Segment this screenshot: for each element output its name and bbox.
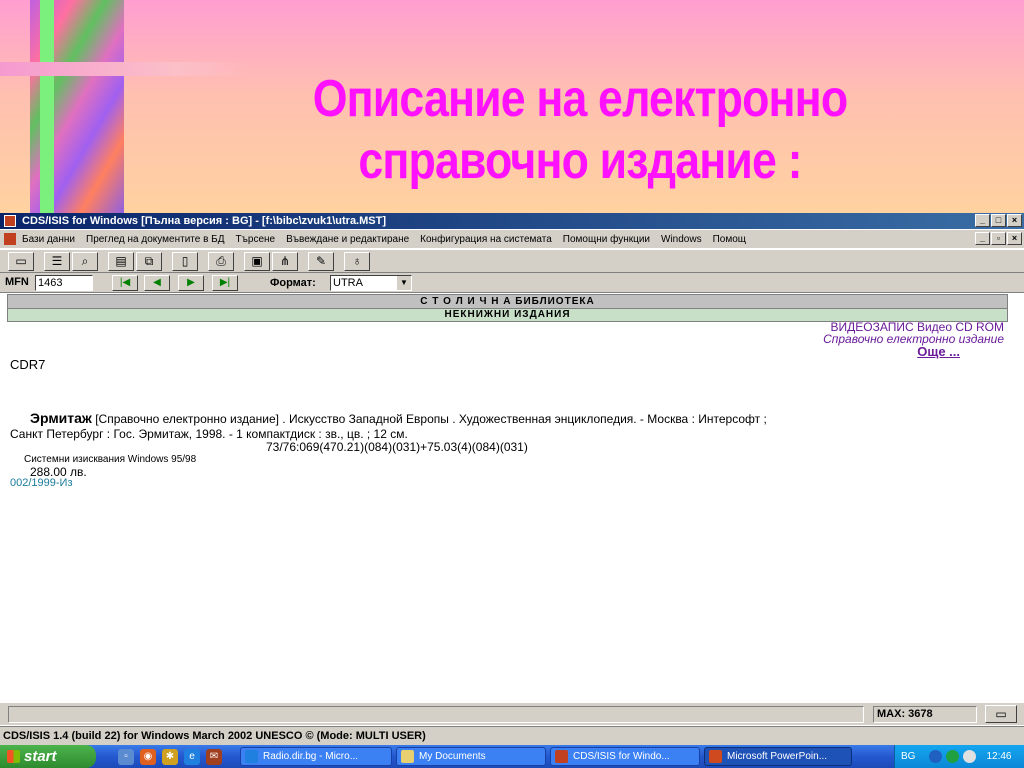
open-folder-icon[interactable]: ▭ [8,252,34,271]
format-value: UTRA [333,277,363,289]
slide-decoration-vertical-bar [40,0,54,213]
slide-title-line2: справочно издание : [358,132,802,190]
mfn-input[interactable]: 1463 [35,275,93,291]
close-button[interactable]: × [1007,214,1022,227]
task-label: Radio.dir.bg - Micro... [263,751,359,762]
messenger-icon[interactable]: ✱ [162,748,178,765]
mfn-label: MFN [5,276,29,288]
antivirus-icon[interactable] [946,750,960,763]
search-db-icon[interactable]: ⌕ [72,252,98,271]
record-main-title: Эрмитаж [30,410,92,426]
more-link[interactable]: Още ... [917,344,960,359]
app-icon [555,750,568,763]
list-icon[interactable]: ☰ [44,252,70,271]
folder-icon [401,750,414,763]
media-icon[interactable]: ◉ [140,748,156,765]
volume-icon[interactable] [963,750,977,763]
windows-logo-icon [7,750,20,763]
status-message-box [8,706,864,723]
clipboard-icon[interactable]: ▤ [108,252,134,271]
internet-explorer-icon[interactable]: e [184,748,200,765]
record-title-line: Эрмитаж [Справочно електронно издание] .… [30,410,767,426]
task-my-documents[interactable]: My Documents [396,747,546,766]
library-header: С Т О Л И Ч Н А БИБЛИОТЕКА [7,294,1008,309]
task-label: Microsoft PowerPoin... [727,751,828,762]
chevron-down-icon[interactable]: ▼ [397,276,411,290]
format-select[interactable]: UTRA ▼ [330,275,412,291]
clock: 12:46 [986,751,1012,762]
start-button[interactable]: start [0,745,96,768]
system-requirements: Системни изисквания Windows 95/98 [24,454,197,465]
record-display: ВИДЕОЗАПИС Видео CD ROM Справочно електр… [0,320,1024,703]
previous-record-button[interactable]: ◀ [144,275,170,291]
copy-records-icon[interactable]: ⧉ [136,252,162,271]
record-imprint: Санкт Петербург : Гос. Эрмитаж, 1998. - … [10,427,408,441]
language-indicator[interactable]: BG [901,751,915,762]
task-powerpoint[interactable]: Microsoft PowerPoin... [704,747,852,766]
app-icon [4,215,16,227]
document-icon[interactable] [4,233,16,245]
slide-title: Описание на електронно справочно издание… [288,68,873,192]
menu-windows[interactable]: Windows [661,234,702,245]
child-minimize-button[interactable]: _ [975,232,990,245]
menu-config[interactable]: Конфигурация на системата [420,234,552,245]
maximize-button[interactable]: □ [991,214,1006,227]
format-label: Формат: [270,277,316,289]
slide-decoration-horizontal-bar [0,62,250,76]
cds-isis-window: CDS/ISIS for Windows [Пълна версия : BG]… [0,213,1024,745]
record-description: [Справочно електронно издание] . Искусст… [91,412,767,426]
save-icon[interactable]: ▣ [244,252,270,271]
record-classification: 73/76:069(470.21)(084)(031)+75.03(4)(084… [266,440,528,454]
system-tray: BG 12:46 [894,745,1024,768]
menu-browse[interactable]: Преглед на документите в БД [86,234,225,245]
task-label: CDS/ISIS for Windo... [573,751,670,762]
start-label: start [24,748,57,765]
window-title-bar: CDS/ISIS for Windows [Пълна версия : BG]… [0,213,1024,229]
task-radio-dir[interactable]: Radio.dir.bg - Micro... [240,747,392,766]
outlook-icon[interactable]: ✉ [206,748,222,765]
next-record-button[interactable]: ▶ [178,275,204,291]
edit-pencil-icon[interactable]: ✎ [308,252,334,271]
browser-icon [245,750,258,763]
menu-search[interactable]: Търсене [236,234,276,245]
powerpoint-icon [709,750,722,763]
app-status-bar: CDS/ISIS 1.4 (build 22) for Windows Marc… [0,726,1024,745]
inventory-number: 002/1999-Из [10,477,73,489]
slide-title-line1: Описание на електронно [312,70,848,128]
child-restore-button[interactable]: ▫ [991,232,1006,245]
record-code: CDR7 [10,357,46,372]
menu-utilities[interactable]: Помощни функции [563,234,650,245]
navigation-bar: MFN 1463 |◀ ◀ ▶ ▶| Формат: UTRA ▼ [0,273,1024,293]
taskbar: start ▫ ◉ ✱ e ✉ Radio.dir.bg - Micro... … [0,745,1024,768]
menu-edit[interactable]: Въвеждане и редактиране [286,234,409,245]
max-records-indicator: MAX: 3678 [873,706,977,723]
slide-background: Описание на електронно справочно издание… [0,0,1024,213]
menu-help[interactable]: Помощ [713,234,746,245]
menu-databases[interactable]: Бази данни [22,234,75,245]
task-label: My Documents [419,751,486,762]
record-subtype: Справочно електронно издание [823,332,1004,346]
show-desktop-icon[interactable]: ▫ [118,748,134,765]
last-record-button[interactable]: ▶| [212,275,238,291]
task-cds-isis[interactable]: CDS/ISIS for Windo... [550,747,700,766]
book-icon[interactable]: ▭ [985,705,1017,723]
child-close-button[interactable]: × [1007,232,1022,245]
lamp-icon[interactable]: ♁ [344,252,370,271]
menu-bar: Бази данни Преглед на документите в БД Т… [0,230,1024,248]
toolbar: ▭ ☰ ⌕ ▤ ⧉ ▯ ⎙ ▣ ⋔ ✎ ♁ [0,249,1024,273]
minimize-button[interactable]: _ [975,214,990,227]
network-icon[interactable] [929,750,943,763]
status-area: MAX: 3678 ▭ [0,703,1024,725]
hierarchy-icon[interactable]: ⋔ [272,252,298,271]
print-icon[interactable]: ⎙ [208,252,234,271]
window-title: CDS/ISIS for Windows [Пълна версия : BG]… [22,215,386,227]
first-record-button[interactable]: |◀ [112,275,138,291]
document-search-icon[interactable]: ▯ [172,252,198,271]
